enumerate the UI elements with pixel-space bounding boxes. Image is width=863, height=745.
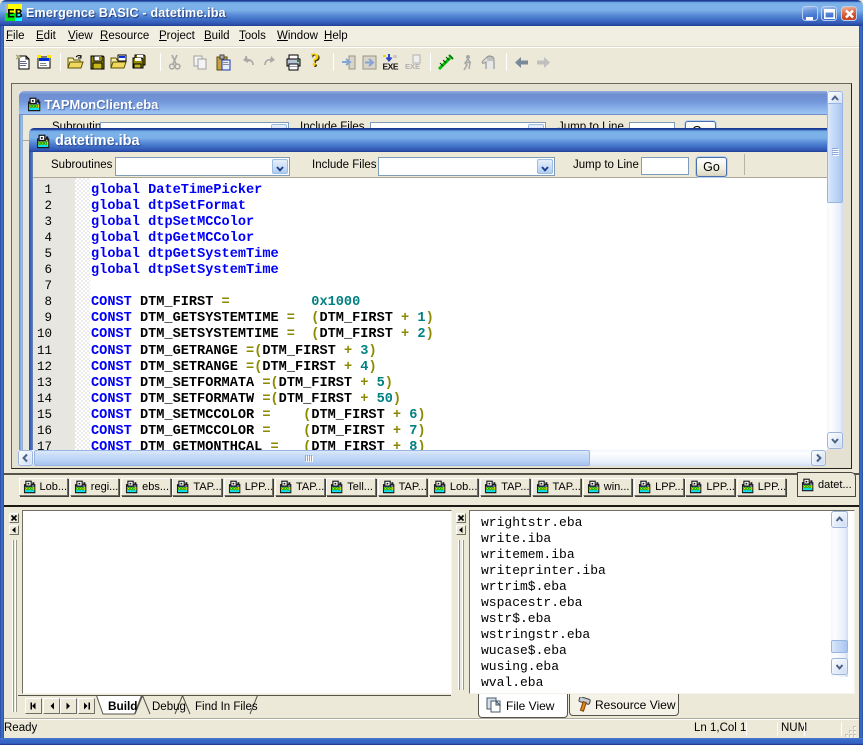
svg-text:Build: Build: [108, 699, 138, 713]
svg-text:Debug: Debug: [152, 701, 186, 713]
svg-text:Find In Files: Find In Files: [195, 701, 258, 713]
svg-text:EXE: EXE: [383, 62, 399, 72]
svg-text:EB: EB: [7, 7, 22, 22]
